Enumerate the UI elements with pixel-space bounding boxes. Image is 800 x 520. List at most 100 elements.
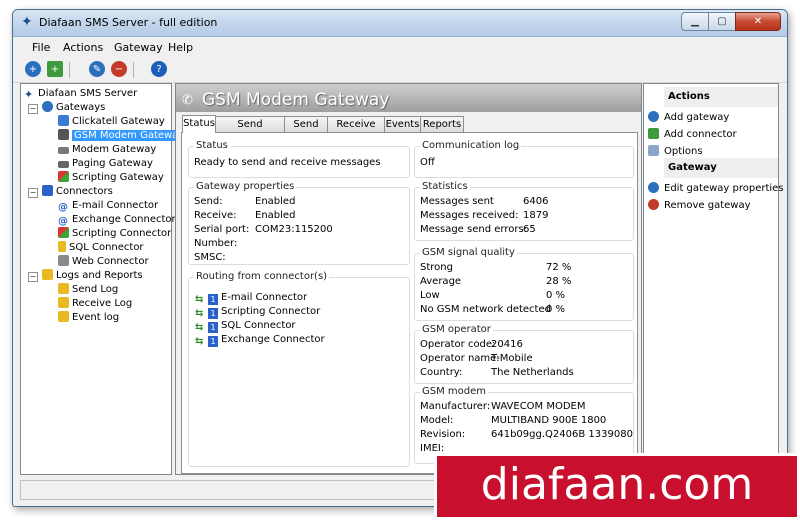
operator-country-value: The Netherlands [491,367,574,378]
tree-item-web-connector[interactable]: Web Connector [58,255,149,268]
tab-receive-log[interactable]: Receive log [327,116,385,145]
modem-icon [58,147,69,154]
clipboard-icon [42,269,53,280]
route-arrow-icon: ⇆ [195,336,204,347]
stat-received-label: Messages received: [420,210,519,221]
menu-gateway[interactable]: Gateway [114,41,163,54]
route-exchange-connector[interactable]: ⇆ 1 Exchange Connector [195,334,325,347]
database-icon [58,241,66,252]
edit-gateway-tool-icon[interactable]: ✎ [89,61,105,77]
action-add-connector[interactable]: Add connector [648,128,737,140]
routing-group: Routing from connector(s) ⇆ 1 E-mail Conne… [188,271,410,467]
action-options[interactable]: Options [648,145,703,157]
route-email-connector[interactable]: ⇆ 1 E-mail Connector [195,292,307,305]
navigation-tree[interactable]: ✦ Diafaan SMS Server − Gateways Clickatel… [20,83,187,475]
stat-errors-value: 65 [523,224,536,235]
brand-banner: diafaan.com [434,453,800,520]
tab-send-message[interactable]: Send Message [215,116,285,145]
edit-gateway-icon [648,182,659,193]
action-remove-gateway[interactable]: Remove gateway [648,199,751,211]
tree-item-clickatell[interactable]: Clickatell Gateway [58,115,165,128]
comm-log-value: Off [420,157,435,168]
signal-average-value: 28 % [546,276,572,287]
add-connector-icon [648,128,659,139]
actions-pane: Actions Add gateway Add connector Option… [643,83,784,475]
app-logo-icon: ✦ [21,14,33,30]
operator-country-label: Country: [420,367,463,378]
event-log-icon [58,311,69,322]
modem-model-value: MULTIBAND 900E 1800 [491,415,607,426]
route-scripting-connector[interactable]: ⇆ 1 Scripting Connector [195,306,320,319]
window-title: Diafaan SMS Server - full edition [39,16,218,29]
close-button[interactable]: ✕ [735,12,781,31]
tree-item-send-log[interactable]: Send Log [58,283,118,296]
tree-item-paging[interactable]: Paging Gateway [58,157,153,170]
menu-help[interactable]: Help [168,41,193,54]
maximize-button[interactable]: ▢ [708,12,736,31]
tab-events[interactable]: Events [384,116,421,132]
operator-name-label: Operator name: [420,353,500,364]
status-group: Status Ready to send and receive message… [188,140,410,178]
expand-gateways-icon[interactable]: − [28,104,38,114]
add-gateway-tool-icon[interactable]: + [25,61,41,77]
script-icon [58,171,69,182]
help-tool-icon[interactable]: ? [151,61,167,77]
stat-sent-value: 6406 [523,196,549,207]
route-priority-badge: 1 [208,308,218,319]
expand-logs-icon[interactable]: − [28,272,38,282]
prop-receive-value: Enabled [255,210,296,221]
tree-gateways[interactable]: Gateways [42,101,105,114]
tree-item-gsm-modem[interactable]: GSM Modem Gateway [58,129,187,142]
route-sql-connector[interactable]: ⇆ 1 SQL Connector [195,320,296,333]
remove-gateway-tool-icon[interactable]: − [111,61,127,77]
prop-send-label: Send: [194,196,223,207]
minimize-button[interactable]: ▁ [681,12,709,31]
gateway-panel: ✆ GSM Modem Gateway Status Send Message … [175,83,642,475]
prop-serial-value: COM23:115200 [255,224,333,235]
tree-item-scripting-gateway[interactable]: Scripting Gateway [58,171,164,184]
tree-item-sql-connector[interactable]: SQL Connector [58,241,144,254]
at-sign-icon: @ [58,202,68,213]
tree-item-event-log[interactable]: Event log [58,311,119,324]
tree-root[interactable]: ✦ Diafaan SMS Server [24,87,137,100]
gateway-properties-group: Gateway properties Send: Enabled Receive… [188,181,410,265]
toolbar: + + ✎ − ? [13,58,787,83]
operator-name-value: T-Mobile [491,353,533,364]
tree-item-exchange-connector[interactable]: @ Exchange Connector [58,213,176,227]
action-edit-gateway[interactable]: Edit gateway properties [648,182,784,194]
prop-serial-label: Serial port: [194,224,250,235]
tab-reports[interactable]: Reports [420,116,464,132]
receive-log-icon [58,297,69,308]
prop-smsc-label: SMSC: [194,252,226,263]
add-connector-tool-icon[interactable]: + [47,61,63,77]
status-tab-body: Status Ready to send and receive message… [181,132,638,474]
prop-receive-label: Receive: [194,210,237,221]
tab-send-log[interactable]: Send log [284,116,328,145]
connectors-icon [42,185,53,196]
server-icon: ✦ [24,88,34,101]
title-bar[interactable]: ✦ Diafaan SMS Server - full edition ▁ ▢ … [13,10,787,37]
panel-header: ✆ GSM Modem Gateway [176,84,641,112]
tree-item-modem[interactable]: Modem Gateway [58,143,156,156]
exchange-icon: @ [58,216,68,227]
status-value: Ready to send and receive messages [194,157,381,168]
menu-actions[interactable]: Actions [63,41,103,54]
toolbar-separator [69,62,70,78]
operator-code-value: 20416 [491,339,523,350]
expand-connectors-icon[interactable]: − [28,188,38,198]
route-priority-badge: 1 [208,336,218,347]
signal-low-value: 0 % [546,290,566,301]
menu-file[interactable]: File [32,41,50,54]
tree-item-email-connector[interactable]: @ E-mail Connector [58,199,158,213]
signal-average-label: Average [420,276,462,287]
tree-logs[interactable]: Logs and Reports [42,269,143,282]
tree-connectors[interactable]: Connectors [42,185,113,198]
remove-gateway-icon [648,199,659,210]
action-add-gateway[interactable]: Add gateway [648,111,729,123]
tree-item-receive-log[interactable]: Receive Log [58,297,132,310]
tab-status[interactable]: Status [182,115,216,133]
tree-item-scripting-connector[interactable]: Scripting Connector [58,227,171,240]
route-arrow-icon: ⇆ [195,308,204,319]
prop-send-value: Enabled [255,196,296,207]
toolbar-separator [133,62,134,78]
